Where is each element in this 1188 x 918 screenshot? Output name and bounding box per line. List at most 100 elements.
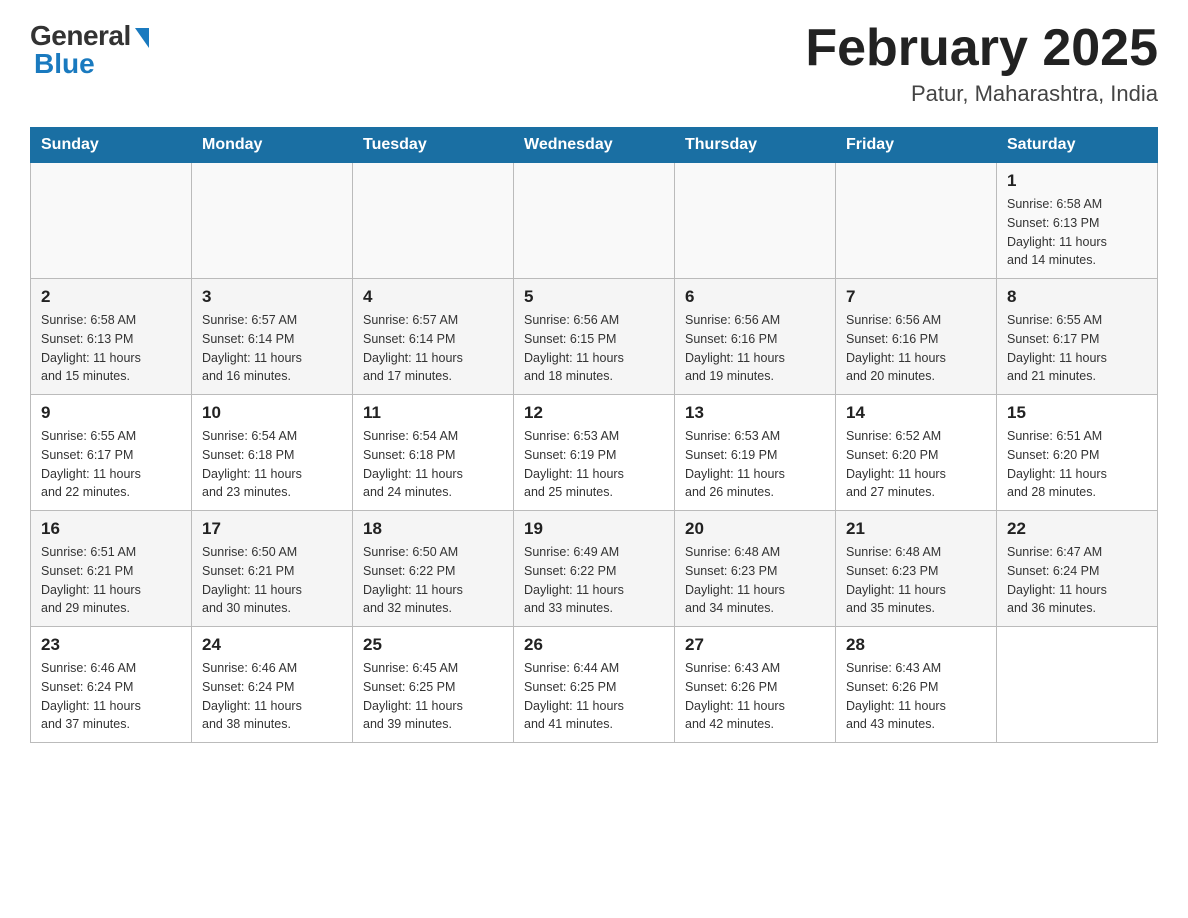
calendar-cell: 11 Sunrise: 6:54 AM Sunset: 6:18 PM Dayli… (353, 395, 514, 511)
logo-arrow-icon (135, 28, 149, 48)
calendar-week-row: 2Sunrise: 6:58 AM Sunset: 6:13 PM Daylig… (31, 279, 1158, 395)
calendar-cell: 20 Sunrise: 6:48 AM Sunset: 6:23 PM Dayli… (675, 511, 836, 627)
day-info: Sunrise: 6:56 AM Sunset: 6:16 PM Dayligh… (846, 311, 986, 386)
calendar-cell: 15 Sunrise: 6:51 AM Sunset: 6:20 PM Dayli… (997, 395, 1158, 511)
calendar-cell: 7 Sunrise: 6:56 AM Sunset: 6:16 PM Daylig… (836, 279, 997, 395)
day-info: Sunrise: 6:48 AM Sunset: 6:23 PM Dayligh… (685, 543, 825, 618)
day-info: Sunrise: 6:53 AM Sunset: 6:19 PM Dayligh… (685, 427, 825, 502)
calendar-cell (192, 163, 353, 279)
month-title: February 2025 (805, 20, 1158, 77)
calendar-week-row: 23 Sunrise: 6:46 AM Sunset: 6:24 PM Dayli… (31, 627, 1158, 743)
day-info: Sunrise: 6:46 AM Sunset: 6:24 PM Dayligh… (41, 659, 181, 734)
location: Patur, Maharashtra, India (805, 81, 1158, 107)
day-number: 6 (685, 287, 825, 307)
calendar-cell: 1Sunrise: 6:58 AM Sunset: 6:13 PM Daylig… (997, 163, 1158, 279)
calendar-week-row: 1Sunrise: 6:58 AM Sunset: 6:13 PM Daylig… (31, 163, 1158, 279)
day-number: 18 (363, 519, 503, 539)
day-number: 25 (363, 635, 503, 655)
day-info: Sunrise: 6:57 AM Sunset: 6:14 PM Dayligh… (202, 311, 342, 386)
day-info: Sunrise: 6:52 AM Sunset: 6:20 PM Dayligh… (846, 427, 986, 502)
day-info: Sunrise: 6:44 AM Sunset: 6:25 PM Dayligh… (524, 659, 664, 734)
day-of-week-header: Friday (836, 128, 997, 163)
calendar-cell (836, 163, 997, 279)
day-info: Sunrise: 6:51 AM Sunset: 6:21 PM Dayligh… (41, 543, 181, 618)
calendar-cell: 26 Sunrise: 6:44 AM Sunset: 6:25 PM Dayli… (514, 627, 675, 743)
day-number: 7 (846, 287, 986, 307)
day-number: 4 (363, 287, 503, 307)
day-info: Sunrise: 6:58 AM Sunset: 6:13 PM Dayligh… (1007, 195, 1147, 270)
day-of-week-header: Saturday (997, 128, 1158, 163)
day-info: Sunrise: 6:58 AM Sunset: 6:13 PM Dayligh… (41, 311, 181, 386)
calendar-cell: 12 Sunrise: 6:53 AM Sunset: 6:19 PM Dayli… (514, 395, 675, 511)
day-info: Sunrise: 6:55 AM Sunset: 6:17 PM Dayligh… (41, 427, 181, 502)
day-number: 19 (524, 519, 664, 539)
calendar-cell: 3 Sunrise: 6:57 AM Sunset: 6:14 PM Daylig… (192, 279, 353, 395)
day-info: Sunrise: 6:49 AM Sunset: 6:22 PM Dayligh… (524, 543, 664, 618)
day-info: Sunrise: 6:50 AM Sunset: 6:22 PM Dayligh… (363, 543, 503, 618)
day-number: 20 (685, 519, 825, 539)
day-number: 28 (846, 635, 986, 655)
day-number: 3 (202, 287, 342, 307)
day-number: 24 (202, 635, 342, 655)
day-info: Sunrise: 6:45 AM Sunset: 6:25 PM Dayligh… (363, 659, 503, 734)
calendar-cell: 8 Sunrise: 6:55 AM Sunset: 6:17 PM Daylig… (997, 279, 1158, 395)
calendar-cell: 10 Sunrise: 6:54 AM Sunset: 6:18 PM Dayli… (192, 395, 353, 511)
logo-blue-text: Blue (30, 48, 95, 80)
day-info: Sunrise: 6:54 AM Sunset: 6:18 PM Dayligh… (363, 427, 503, 502)
calendar-cell: 16 Sunrise: 6:51 AM Sunset: 6:21 PM Dayli… (31, 511, 192, 627)
day-number: 9 (41, 403, 181, 423)
day-number: 26 (524, 635, 664, 655)
calendar-cell: 24Sunrise: 6:46 AM Sunset: 6:24 PM Dayli… (192, 627, 353, 743)
day-number: 12 (524, 403, 664, 423)
calendar-cell: 25 Sunrise: 6:45 AM Sunset: 6:25 PM Dayli… (353, 627, 514, 743)
day-number: 21 (846, 519, 986, 539)
calendar-cell: 23 Sunrise: 6:46 AM Sunset: 6:24 PM Dayli… (31, 627, 192, 743)
day-number: 22 (1007, 519, 1147, 539)
calendar-week-row: 16 Sunrise: 6:51 AM Sunset: 6:21 PM Dayli… (31, 511, 1158, 627)
calendar-cell: 22Sunrise: 6:47 AM Sunset: 6:24 PM Dayli… (997, 511, 1158, 627)
day-info: Sunrise: 6:43 AM Sunset: 6:26 PM Dayligh… (846, 659, 986, 734)
day-number: 10 (202, 403, 342, 423)
day-info: Sunrise: 6:55 AM Sunset: 6:17 PM Dayligh… (1007, 311, 1147, 386)
calendar-cell (514, 163, 675, 279)
calendar-cell: 19 Sunrise: 6:49 AM Sunset: 6:22 PM Dayli… (514, 511, 675, 627)
day-number: 8 (1007, 287, 1147, 307)
day-number: 5 (524, 287, 664, 307)
calendar-table: SundayMondayTuesdayWednesdayThursdayFrid… (30, 127, 1158, 743)
day-info: Sunrise: 6:48 AM Sunset: 6:23 PM Dayligh… (846, 543, 986, 618)
day-number: 16 (41, 519, 181, 539)
logo: General Blue (30, 20, 149, 80)
calendar-cell: 6 Sunrise: 6:56 AM Sunset: 6:16 PM Daylig… (675, 279, 836, 395)
day-info: Sunrise: 6:54 AM Sunset: 6:18 PM Dayligh… (202, 427, 342, 502)
day-info: Sunrise: 6:51 AM Sunset: 6:20 PM Dayligh… (1007, 427, 1147, 502)
day-of-week-header: Thursday (675, 128, 836, 163)
calendar-cell: 13 Sunrise: 6:53 AM Sunset: 6:19 PM Dayli… (675, 395, 836, 511)
calendar-header-row: SundayMondayTuesdayWednesdayThursdayFrid… (31, 128, 1158, 163)
calendar-cell: 28 Sunrise: 6:43 AM Sunset: 6:26 PM Dayli… (836, 627, 997, 743)
calendar-cell: 17Sunrise: 6:50 AM Sunset: 6:21 PM Dayli… (192, 511, 353, 627)
calendar-cell: 18 Sunrise: 6:50 AM Sunset: 6:22 PM Dayli… (353, 511, 514, 627)
calendar-cell (353, 163, 514, 279)
calendar-cell (997, 627, 1158, 743)
calendar-cell: 27Sunrise: 6:43 AM Sunset: 6:26 PM Dayli… (675, 627, 836, 743)
day-info: Sunrise: 6:57 AM Sunset: 6:14 PM Dayligh… (363, 311, 503, 386)
calendar-cell: 14Sunrise: 6:52 AM Sunset: 6:20 PM Dayli… (836, 395, 997, 511)
day-number: 15 (1007, 403, 1147, 423)
day-of-week-header: Sunday (31, 128, 192, 163)
day-number: 13 (685, 403, 825, 423)
day-info: Sunrise: 6:50 AM Sunset: 6:21 PM Dayligh… (202, 543, 342, 618)
day-number: 27 (685, 635, 825, 655)
calendar-cell (31, 163, 192, 279)
calendar-cell (675, 163, 836, 279)
title-area: February 2025 Patur, Maharashtra, India (805, 20, 1158, 107)
day-number: 23 (41, 635, 181, 655)
day-info: Sunrise: 6:56 AM Sunset: 6:16 PM Dayligh… (685, 311, 825, 386)
page-header: General Blue February 2025 Patur, Mahara… (30, 20, 1158, 107)
day-info: Sunrise: 6:53 AM Sunset: 6:19 PM Dayligh… (524, 427, 664, 502)
calendar-cell: 9 Sunrise: 6:55 AM Sunset: 6:17 PM Daylig… (31, 395, 192, 511)
day-of-week-header: Tuesday (353, 128, 514, 163)
calendar-week-row: 9 Sunrise: 6:55 AM Sunset: 6:17 PM Daylig… (31, 395, 1158, 511)
day-of-week-header: Monday (192, 128, 353, 163)
day-number: 11 (363, 403, 503, 423)
calendar-cell: 5Sunrise: 6:56 AM Sunset: 6:15 PM Daylig… (514, 279, 675, 395)
